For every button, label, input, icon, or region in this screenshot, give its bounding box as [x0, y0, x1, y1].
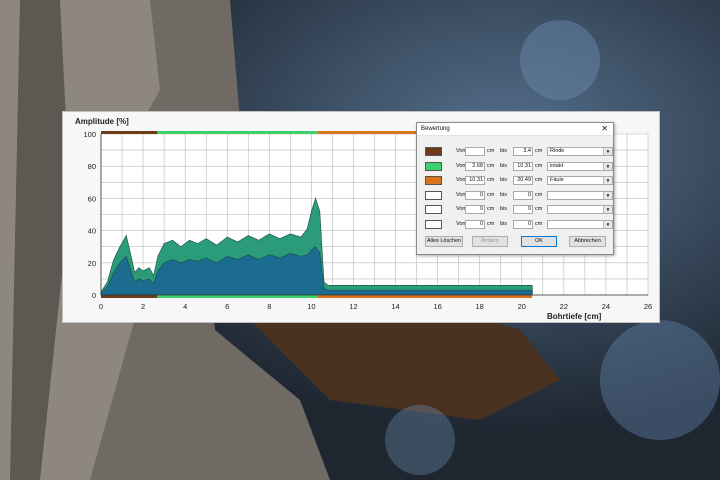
zone-type-value: Rinde: [550, 148, 565, 154]
x-tick-label: 18: [476, 302, 484, 311]
y-tick-label: 100: [83, 130, 96, 139]
cm-label: cm: [535, 177, 543, 183]
x-tick-label: 20: [518, 302, 526, 311]
y-tick-label: 40: [88, 227, 96, 236]
cm-label: cm: [487, 148, 495, 154]
zone-bar-top: [157, 131, 318, 134]
zone-bar-top: [101, 131, 158, 134]
bis-label: bis: [500, 220, 508, 227]
from-field[interactable]: 0: [465, 219, 485, 229]
bis-label: bis: [500, 162, 508, 169]
zone-color-swatch[interactable]: [425, 147, 442, 156]
zone-type-select[interactable]: ▼: [547, 205, 613, 214]
bis-label: bis: [500, 177, 508, 183]
clear-all-button[interactable]: Alles Löschen: [425, 236, 463, 247]
cm-label: cm: [487, 206, 495, 212]
x-tick-label: 12: [349, 302, 357, 311]
y-tick-label: 20: [88, 259, 96, 268]
x-tick-label: 16: [433, 302, 441, 311]
y-tick-label: 0: [92, 291, 96, 300]
from-field[interactable]: [465, 147, 485, 156]
zone-color-swatch[interactable]: [425, 219, 442, 229]
from-field[interactable]: 0: [465, 205, 485, 214]
zone-color-swatch[interactable]: [425, 205, 442, 214]
ok-button[interactable]: OK: [521, 236, 557, 247]
chevron-down-icon[interactable]: ▼: [603, 206, 612, 213]
dialog-titlebar[interactable]: Bewertung ✕: [417, 123, 613, 136]
y-axis-title: Amplitude [%]: [75, 117, 129, 126]
zone-row: Von cm bis 3.4 cm Rinde ▼: [425, 147, 613, 156]
zone-row: Von 2.68 cm bis 10.31 cm intakt ▼: [425, 161, 613, 171]
zone-type-select[interactable]: Rinde ▼: [547, 147, 613, 156]
zone-color-swatch[interactable]: [425, 190, 442, 200]
zone-type-select[interactable]: ▼: [547, 219, 613, 229]
x-tick-label: 26: [644, 302, 652, 311]
to-field[interactable]: 10.31: [513, 161, 533, 171]
x-tick-label: 4: [183, 302, 187, 311]
to-field[interactable]: 0: [513, 219, 533, 229]
zone-type-value: Fäule: [550, 177, 564, 183]
x-tick-label: 8: [267, 302, 271, 311]
cm-label: cm: [535, 191, 543, 198]
zone-type-select[interactable]: intakt ▼: [547, 161, 613, 171]
close-icon[interactable]: ✕: [601, 124, 608, 134]
zone-type-value: intakt: [550, 162, 564, 169]
zone-type-select[interactable]: Fäule ▼: [547, 176, 613, 185]
x-axis-title: Bohrtiefe [cm]: [547, 312, 602, 321]
x-tick-label: 0: [99, 302, 103, 311]
to-field[interactable]: 20.49: [513, 176, 533, 185]
cm-label: cm: [535, 162, 543, 169]
cancel-button[interactable]: Abbrechen: [569, 236, 606, 247]
zone-row: Von 0 cm bis 0 cm ▼: [425, 205, 613, 214]
x-tick-label: 10: [307, 302, 315, 311]
chevron-down-icon[interactable]: ▼: [603, 162, 612, 170]
cm-label: cm: [487, 220, 495, 227]
to-field[interactable]: 0: [513, 190, 533, 200]
chevron-down-icon[interactable]: ▼: [603, 177, 612, 184]
x-tick-label: 2: [141, 302, 145, 311]
x-tick-label: 14: [391, 302, 399, 311]
to-field[interactable]: 3.4: [513, 147, 533, 156]
chevron-down-icon[interactable]: ▼: [603, 148, 612, 155]
from-field[interactable]: 0: [465, 190, 485, 200]
from-field[interactable]: 2.68: [465, 161, 485, 171]
zone-row: Von 0 cm bis 0 cm ▼: [425, 219, 613, 229]
dialog-title: Bewertung: [421, 126, 450, 132]
zone-row: Von 0 cm bis 0 cm ▼: [425, 190, 613, 200]
y-tick-label: 60: [88, 194, 96, 203]
cm-label: cm: [535, 220, 543, 227]
cm-label: cm: [487, 162, 495, 169]
zone-row: Von 10.31 cm bis 20.49 cm Fäule ▼: [425, 176, 613, 185]
cm-label: cm: [535, 148, 543, 154]
x-tick-label: 22: [560, 302, 568, 311]
bewertung-dialog: Bewertung ✕ Von cm bis 3.4 cm Rinde ▼ Von 2.68 cm…: [416, 122, 614, 255]
bis-label: bis: [500, 206, 508, 212]
zone-color-swatch[interactable]: [425, 176, 442, 185]
zone-bar-bottom: [101, 295, 158, 298]
chevron-down-icon[interactable]: ▼: [603, 191, 612, 199]
to-field[interactable]: 0: [513, 205, 533, 214]
bis-label: bis: [500, 191, 508, 198]
cm-label: cm: [487, 191, 495, 198]
zone-color-swatch[interactable]: [425, 161, 442, 171]
x-tick-label: 24: [602, 302, 610, 311]
x-tick-label: 6: [225, 302, 229, 311]
zone-bar-bottom: [157, 295, 318, 298]
cm-label: cm: [535, 206, 543, 212]
apply-button[interactable]: Ändern: [472, 236, 508, 247]
from-field[interactable]: 10.31: [465, 176, 485, 185]
chevron-down-icon[interactable]: ▼: [603, 220, 612, 228]
zone-type-select[interactable]: ▼: [547, 190, 613, 200]
bis-label: bis: [500, 148, 508, 154]
y-tick-label: 80: [88, 162, 96, 171]
cm-label: cm: [487, 177, 495, 183]
zone-bar-bottom: [317, 295, 533, 298]
